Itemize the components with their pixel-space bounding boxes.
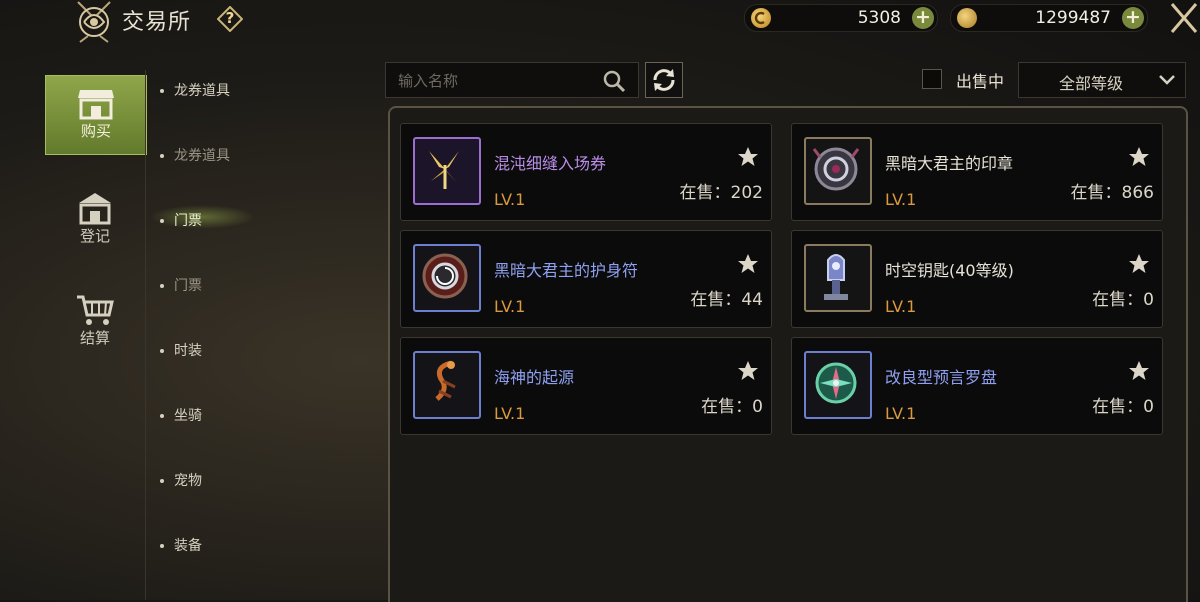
category-divider	[145, 70, 146, 600]
category-label: 宠物	[174, 473, 202, 489]
category-item[interactable]: 龙券道具	[160, 145, 230, 165]
item-card[interactable]: 黑暗大君主的印章 LV.1 在售：866	[791, 123, 1163, 221]
bank-icon	[79, 193, 111, 225]
dragon-coupon-amount: 5308	[857, 8, 901, 28]
item-name: 混沌细缝入场券	[494, 154, 607, 173]
category-item[interactable]: 龙券道具	[160, 80, 230, 100]
bullet-icon	[160, 544, 164, 548]
help-symbol: ?	[225, 9, 235, 27]
add-dragon-coupon-button[interactable]: +	[912, 7, 934, 29]
category-label: 龙券道具	[174, 83, 230, 99]
bullet-icon	[160, 154, 164, 158]
prophecy-compass-icon	[804, 351, 872, 419]
close-icon	[1170, 3, 1198, 33]
exchange-logo-icon	[70, 0, 118, 44]
on-sale-label: 出售中	[956, 72, 1005, 91]
category-item[interactable]: 坐骑	[160, 405, 202, 425]
search-placeholder: 输入名称	[398, 72, 459, 90]
level-filter-value: 全部等级	[1059, 74, 1124, 93]
close-button[interactable]	[1166, 0, 1200, 36]
category-item[interactable]: 装备	[160, 535, 202, 555]
top-bar: 交易所 ? 5308 + 1299487 +	[0, 0, 1200, 44]
item-stock: 在售：866	[1070, 183, 1154, 203]
refresh-icon	[653, 69, 675, 91]
nav-settle[interactable]: 结算	[45, 283, 145, 361]
nav-buy[interactable]: 购买	[45, 75, 147, 155]
bullet-icon	[160, 89, 164, 93]
category-label: 龙券道具	[174, 148, 230, 164]
currency-dragon-coupon: 5308 +	[744, 4, 938, 32]
butterfly-ticket-icon	[413, 137, 481, 205]
nav-settle-label: 结算	[79, 329, 110, 347]
bullet-icon	[160, 219, 164, 223]
category-label: 门票	[174, 278, 202, 294]
favorite-star-icon[interactable]	[737, 146, 759, 168]
item-stock: 在售：44	[690, 290, 763, 310]
page-title: 交易所	[122, 10, 192, 35]
dark-seal-icon	[804, 137, 872, 205]
item-name: 海神的起源	[494, 368, 575, 387]
item-card[interactable]: 改良型预言罗盘 LV.1 在售：0	[791, 337, 1163, 435]
nav-buy-label: 购买	[80, 122, 111, 140]
item-stock: 在售：0	[1092, 290, 1154, 310]
cart-icon	[77, 295, 114, 325]
on-sale-checkbox[interactable]	[922, 69, 942, 89]
item-level: LV.1	[494, 404, 526, 423]
category-item[interactable]: 宠物	[160, 470, 202, 490]
bullet-icon	[160, 414, 164, 418]
nav-register[interactable]: 登记	[45, 181, 145, 259]
category-item-active[interactable]: 门票	[160, 210, 202, 230]
favorite-star-icon[interactable]	[737, 253, 759, 275]
add-gold-button[interactable]: +	[1122, 7, 1144, 29]
gold-amount: 1299487	[1035, 8, 1111, 28]
item-card[interactable]: 黑暗大君主的护身符 LV.1 在售：44	[400, 230, 772, 328]
level-filter-select[interactable]: 全部等级	[1018, 62, 1186, 98]
search-input[interactable]: 输入名称	[385, 62, 639, 98]
item-level: LV.1	[494, 297, 526, 316]
item-level: LV.1	[885, 190, 917, 209]
currency-gold: 1299487 +	[950, 4, 1148, 32]
bullet-icon	[160, 349, 164, 353]
item-name: 黑暗大君主的护身符	[494, 261, 639, 280]
item-level: LV.1	[885, 297, 917, 316]
item-list-panel: 混沌细缝入场券 LV.1 在售：202 黑暗大君主的印章 LV.1 在售：866	[388, 106, 1188, 602]
item-name: 时空钥匙(40等级)	[885, 261, 1014, 280]
dark-amulet-icon	[413, 244, 481, 312]
category-label: 装备	[174, 538, 202, 554]
item-stock: 在售：0	[1092, 397, 1154, 417]
category-label: 时装	[174, 343, 202, 359]
item-card[interactable]: 海神的起源 LV.1 在售：0	[400, 337, 772, 435]
sea-god-icon	[413, 351, 481, 419]
help-button[interactable]: ?	[216, 5, 244, 33]
category-label: 坐骑	[174, 408, 202, 424]
category-item[interactable]: 门票	[160, 275, 202, 295]
favorite-star-icon[interactable]	[1128, 146, 1150, 168]
favorite-star-icon[interactable]	[1128, 360, 1150, 382]
item-stock: 在售：0	[701, 397, 763, 417]
refresh-button[interactable]	[645, 62, 683, 98]
bullet-icon	[160, 479, 164, 483]
item-name: 改良型预言罗盘	[885, 368, 998, 387]
chevron-down-icon	[1159, 75, 1175, 85]
category-item[interactable]: 时装	[160, 340, 202, 360]
item-stock: 在售：202	[679, 183, 763, 203]
search-icon[interactable]	[602, 69, 626, 93]
favorite-star-icon[interactable]	[1128, 253, 1150, 275]
shop-icon	[78, 90, 114, 120]
category-label: 门票	[174, 213, 202, 229]
space-key-icon	[804, 244, 872, 312]
item-level: LV.1	[885, 404, 917, 423]
gold-coin-icon	[957, 8, 977, 28]
bullet-icon	[160, 284, 164, 288]
favorite-star-icon[interactable]	[737, 360, 759, 382]
dragon-coin-icon	[751, 8, 771, 28]
item-level: LV.1	[494, 190, 526, 209]
item-card[interactable]: 时空钥匙(40等级) LV.1 在售：0	[791, 230, 1163, 328]
item-card[interactable]: 混沌细缝入场券 LV.1 在售：202	[400, 123, 772, 221]
item-name: 黑暗大君主的印章	[885, 154, 1014, 173]
nav-register-label: 登记	[79, 227, 110, 245]
